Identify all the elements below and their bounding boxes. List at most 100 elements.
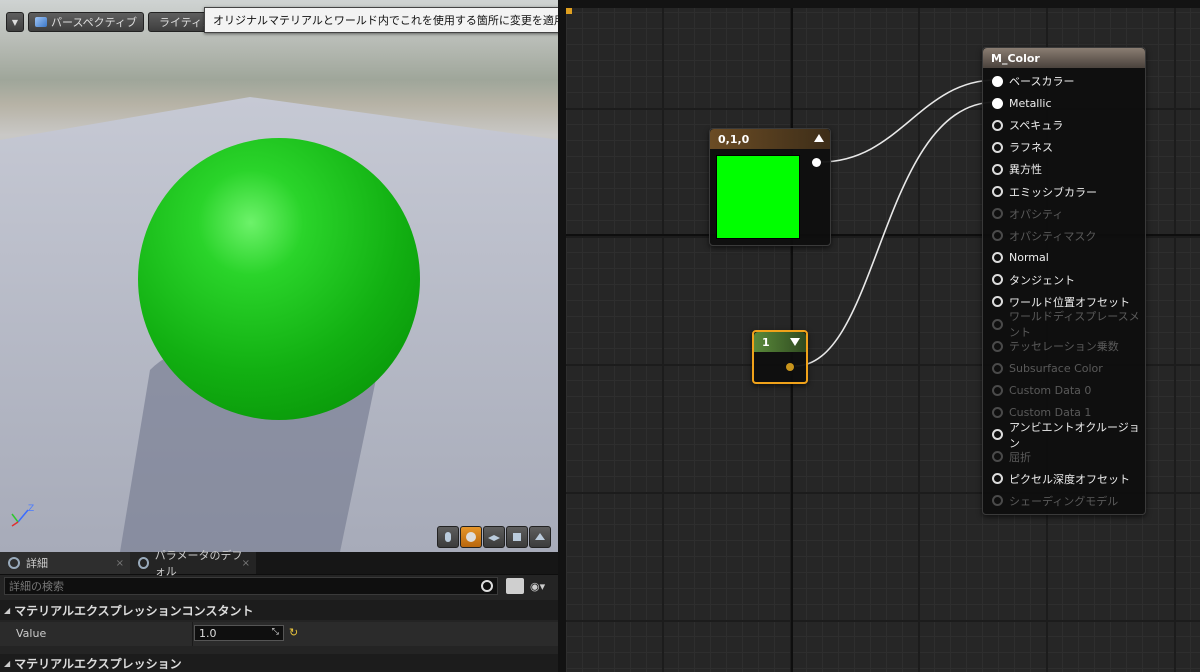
material-input-label: スペキュラ (1009, 119, 1064, 133)
material-input-row[interactable]: Subsurface Color (983, 357, 1145, 379)
material-input-row[interactable]: Custom Data 0 (983, 379, 1145, 401)
search-icon[interactable] (481, 580, 493, 592)
material-input-row[interactable]: ベースカラー (983, 70, 1145, 92)
plane-preview-button[interactable] (483, 526, 505, 548)
perspective-button[interactable]: パースペクティブ (28, 12, 145, 32)
input-pin[interactable] (992, 208, 1003, 220)
input-pin[interactable] (992, 119, 1003, 131)
material-input-row[interactable]: ピクセル深度オフセット (983, 468, 1145, 490)
z-axis-label: Z (28, 504, 34, 514)
close-icon[interactable]: × (116, 558, 124, 569)
material-node-header[interactable]: M_Color (983, 48, 1145, 68)
axis-gizmo: Z (11, 504, 34, 527)
panel-splitter[interactable] (558, 0, 566, 672)
preview-viewport[interactable]: ▼ パースペクティブ ライティン オリジナルマテリアルとワールド内でこれを使用す… (0, 0, 560, 552)
material-input-row[interactable]: オパシティマスク (983, 225, 1145, 247)
cube-preview-button[interactable] (506, 526, 528, 548)
material-input-row[interactable]: スペキュラ (983, 114, 1145, 136)
color-swatch (716, 155, 800, 239)
input-pin[interactable] (992, 429, 1003, 441)
category-constant[interactable]: ◢ マテリアルエクスプレッションコンスタント (0, 600, 560, 620)
material-node-title: M_Color (991, 51, 1040, 65)
input-pin[interactable] (992, 186, 1003, 198)
material-input-label: Metallic (1009, 96, 1052, 110)
input-pin[interactable] (992, 97, 1003, 109)
material-input-label: シェーディングモデル (1009, 494, 1119, 508)
details-search-row: 詳細の検索 ◉▾ (0, 577, 560, 597)
input-pin[interactable] (992, 75, 1003, 87)
material-input-label: アンビエントオクルージョン (1009, 420, 1140, 450)
material-input-label: ベースカラー (1009, 75, 1075, 89)
input-pin[interactable] (992, 451, 1003, 463)
material-input-row[interactable]: 異方性 (983, 158, 1145, 180)
custom-mesh-preview-button[interactable] (529, 526, 551, 548)
x-axis-line (11, 521, 19, 527)
search-placeholder: 詳細の検索 (9, 580, 64, 593)
input-pin[interactable] (992, 362, 1003, 374)
material-input-label: Custom Data 1 (1009, 405, 1092, 419)
constant3-node-title: 0,1,0 (718, 132, 750, 146)
value-field[interactable]: 1.0 ⤡ (194, 625, 284, 641)
output-pin[interactable] (786, 363, 794, 371)
chevron-down-icon: ▼ (11, 17, 19, 27)
material-input-row[interactable]: ワールドディスプレースメント (983, 310, 1145, 339)
input-pin[interactable] (992, 384, 1003, 396)
collapse-down-icon[interactable] (790, 338, 800, 346)
sphere-icon (466, 532, 476, 542)
constant-node[interactable]: 1 (752, 330, 808, 384)
input-pin[interactable] (992, 163, 1003, 175)
material-input-row[interactable]: タンジェント (983, 269, 1145, 291)
material-input-label: ワールドディスプレースメント (1009, 310, 1140, 340)
details-search-input[interactable]: 詳細の検索 (4, 577, 498, 595)
collapse-triangle-icon: ◢ (4, 605, 11, 615)
preview-scene (0, 97, 560, 552)
material-input-row[interactable]: シェーディングモデル (983, 490, 1145, 512)
input-pin[interactable] (992, 495, 1003, 507)
cylinder-preview-button[interactable] (437, 526, 459, 548)
input-pin[interactable] (992, 252, 1003, 264)
output-pin[interactable] (812, 158, 821, 167)
sphere-preview-button[interactable] (460, 526, 482, 548)
material-result-node[interactable]: M_Color ベースカラー Metallic スペキュララフネス 異方性 エミッシブカ… (982, 47, 1146, 515)
viewport-toolbar: ▼ パースペクティブ ライティン (6, 12, 215, 32)
constant3-node[interactable]: 0,1,0 (709, 128, 831, 246)
reset-to-default-icon[interactable]: ↻ (289, 626, 298, 639)
constant3-node-header[interactable]: 0,1,0 (710, 129, 830, 149)
material-input-label: タンジェント (1009, 273, 1075, 287)
material-input-row[interactable]: オパシティ (983, 203, 1145, 225)
material-input-row[interactable]: ラフネス (983, 136, 1145, 158)
category-expression[interactable]: ◢ マテリアルエクスプレッション (0, 654, 560, 672)
input-pin[interactable] (992, 296, 1003, 308)
property-value-row: Value 1.0 ⤡ ↻ (0, 622, 560, 646)
close-icon[interactable]: × (242, 558, 250, 569)
z-axis-line (17, 509, 29, 523)
material-input-row[interactable]: エミッシブカラー (983, 180, 1145, 202)
material-input-row[interactable]: Metallic (983, 92, 1145, 114)
material-inputs: ベースカラー Metallic スペキュララフネス 異方性 エミッシブカラー オパシティオ… (983, 70, 1145, 512)
input-pin[interactable] (992, 318, 1003, 330)
property-divider (192, 622, 193, 646)
collapse-up-icon[interactable] (814, 134, 824, 142)
tab-parameter-defaults[interactable]: パラメータのデフォル × (130, 549, 256, 578)
material-input-row[interactable]: アンビエントオクルージョン (983, 421, 1145, 450)
graph-top-bar (566, 0, 1200, 8)
eye-icon[interactable]: ◉▾ (530, 580, 545, 593)
drag-handle-icon[interactable]: ⤡ (272, 627, 279, 637)
input-pin[interactable] (992, 406, 1003, 418)
constant-node-header[interactable]: 1 (754, 332, 806, 352)
input-pin[interactable] (992, 274, 1003, 286)
property-matrix-button[interactable] (506, 578, 524, 594)
property-label: Value (16, 627, 47, 640)
perspective-icon (35, 17, 47, 27)
input-pin[interactable] (992, 141, 1003, 153)
material-input-row[interactable]: Normal (983, 247, 1145, 269)
material-input-label: 屈折 (1009, 450, 1031, 464)
input-pin[interactable] (992, 473, 1003, 485)
cube-icon (513, 533, 521, 541)
input-pin[interactable] (992, 230, 1003, 242)
viewport-options-button[interactable]: ▼ (6, 12, 24, 32)
tab-details[interactable]: 詳細 × (0, 552, 130, 574)
plane-icon (488, 535, 500, 541)
input-pin[interactable] (992, 340, 1003, 352)
tab-parameter-defaults-label: パラメータのデフォル (154, 549, 243, 578)
